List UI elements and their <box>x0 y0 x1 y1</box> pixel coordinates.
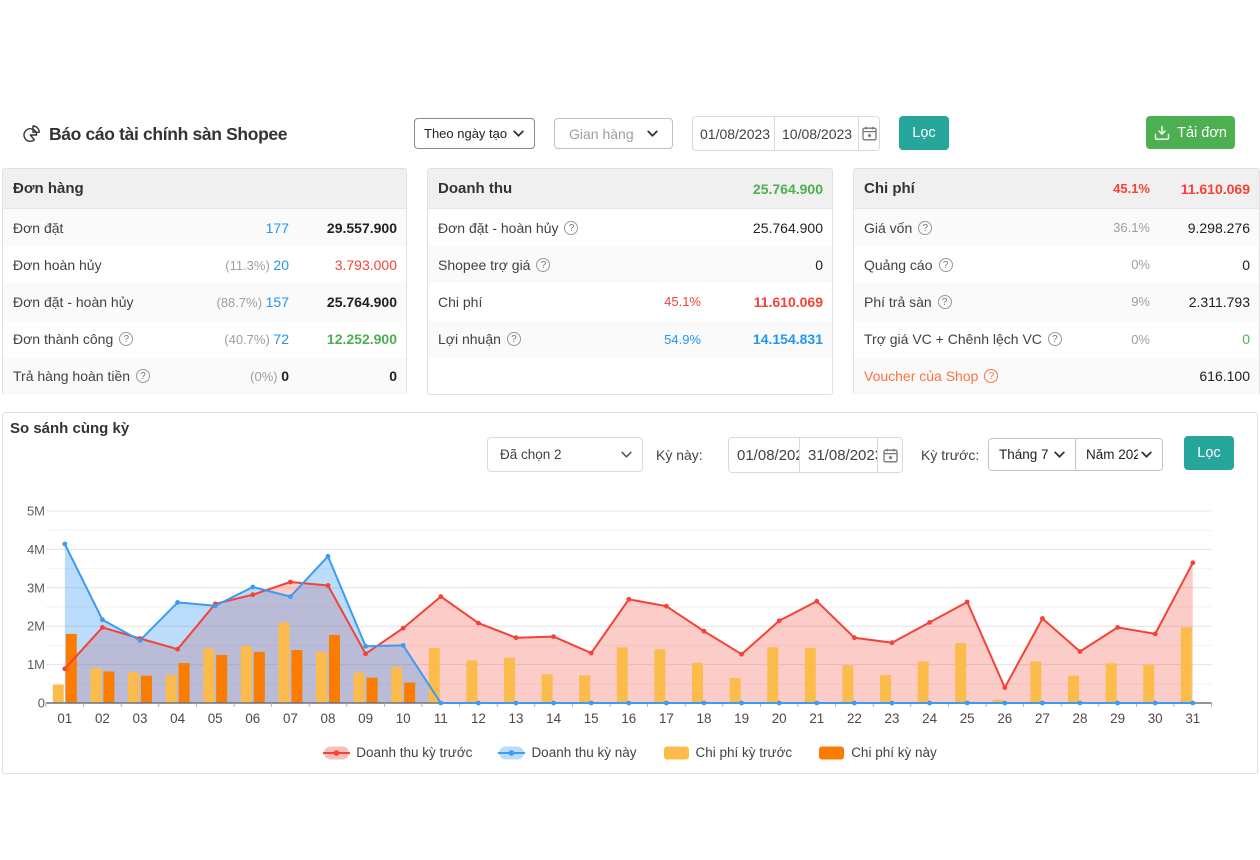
svg-text:14: 14 <box>546 711 561 726</box>
svg-text:05: 05 <box>208 711 223 726</box>
svg-text:12: 12 <box>471 711 486 726</box>
svg-text:15: 15 <box>584 711 599 726</box>
svg-text:09: 09 <box>358 711 373 726</box>
svg-text:2M: 2M <box>27 619 45 634</box>
svg-text:29: 29 <box>1110 711 1125 726</box>
svg-text:4M: 4M <box>27 542 45 557</box>
svg-text:19: 19 <box>734 711 749 726</box>
svg-text:26: 26 <box>997 711 1012 726</box>
svg-text:5M: 5M <box>27 504 45 519</box>
svg-text:01: 01 <box>57 711 72 726</box>
svg-text:10: 10 <box>396 711 411 726</box>
svg-text:1M: 1M <box>27 657 45 672</box>
svg-text:06: 06 <box>245 711 260 726</box>
svg-text:22: 22 <box>847 711 862 726</box>
svg-text:07: 07 <box>283 711 298 726</box>
svg-text:27: 27 <box>1035 711 1050 726</box>
svg-text:31: 31 <box>1185 711 1200 726</box>
svg-text:11: 11 <box>434 711 448 726</box>
svg-text:08: 08 <box>321 711 336 726</box>
svg-text:21: 21 <box>809 711 824 726</box>
svg-text:13: 13 <box>509 711 524 726</box>
svg-text:18: 18 <box>697 711 712 726</box>
svg-text:04: 04 <box>170 711 185 726</box>
svg-text:25: 25 <box>960 711 975 726</box>
svg-text:23: 23 <box>885 711 900 726</box>
svg-text:20: 20 <box>772 711 787 726</box>
svg-text:17: 17 <box>659 711 674 726</box>
svg-text:02: 02 <box>95 711 110 726</box>
svg-text:3M: 3M <box>27 580 45 595</box>
svg-text:03: 03 <box>133 711 148 726</box>
svg-text:24: 24 <box>922 711 937 726</box>
svg-text:30: 30 <box>1148 711 1163 726</box>
svg-text:28: 28 <box>1073 711 1088 726</box>
svg-text:0: 0 <box>38 696 45 711</box>
svg-text:16: 16 <box>621 711 636 726</box>
